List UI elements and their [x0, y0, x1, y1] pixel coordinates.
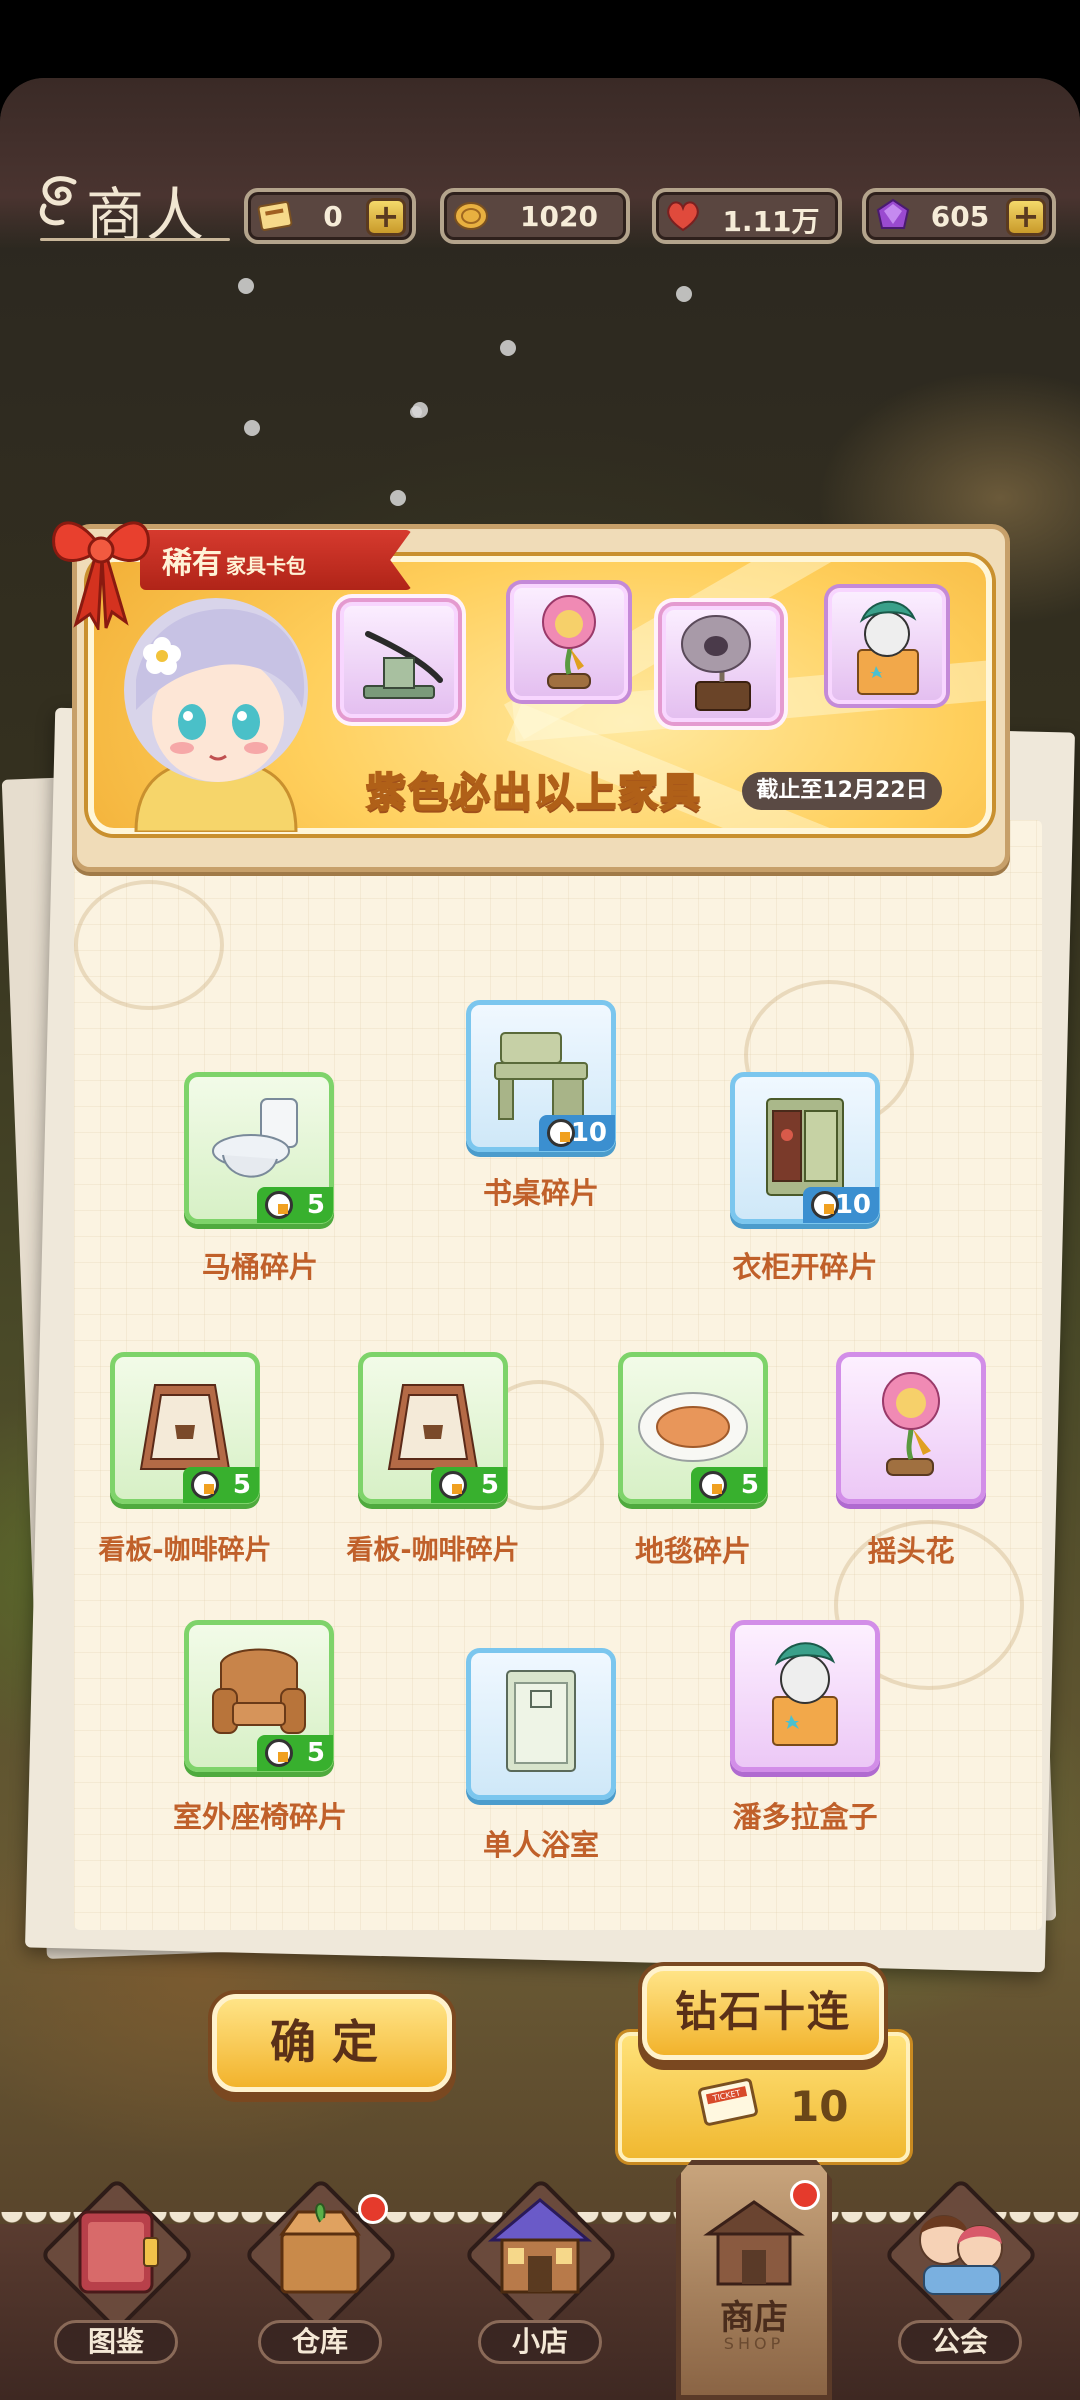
nav-label: 公会	[898, 2320, 1022, 2364]
notification-dot	[790, 2180, 820, 2210]
diamond-ten-pull-button[interactable]: 钻石十连	[642, 1966, 884, 2060]
nav-item-warehouse[interactable]: 仓库	[240, 2177, 400, 2400]
heart-icon	[667, 201, 699, 232]
gem-counter[interactable]: 605 +	[862, 188, 1056, 244]
item-label: 马桶碎片	[201, 1250, 318, 1284]
add-ticket-button[interactable]: +	[366, 198, 406, 236]
timer-icon	[439, 1471, 467, 1499]
gem-icon	[876, 198, 910, 229]
swirl-ornament-icon	[39, 176, 77, 226]
item-count: 5	[257, 1735, 333, 1771]
ten-pull-cost: 10	[790, 2082, 849, 2131]
nav-item-collection[interactable]: 图鉴	[36, 2177, 196, 2400]
nav-item-guild[interactable]: 公会	[880, 2177, 1040, 2400]
ticket-icon	[257, 201, 293, 231]
item-count: 5	[257, 1187, 333, 1223]
title-underline	[40, 238, 230, 241]
timer-icon	[547, 1119, 575, 1147]
item-card-swaying-flower[interactable]	[836, 1352, 986, 1504]
item-card-toilet[interactable]: 5	[184, 1072, 334, 1224]
shower-cabin-icon	[506, 1670, 576, 1772]
item-label: 看板-咖啡碎片	[98, 1535, 272, 1566]
item-label: 书桌碎片	[482, 1176, 599, 1210]
pandora-box-icon	[857, 600, 919, 695]
item-label: 潘多拉盒子	[732, 1800, 878, 1834]
item-count: 10	[539, 1115, 615, 1151]
notification-dot	[358, 2194, 388, 2224]
preview-card-katana	[340, 602, 458, 718]
item-card-wardrobe[interactable]: 10	[730, 1072, 880, 1224]
deadline-badge: 截止至12月22日	[742, 772, 942, 810]
timer-icon	[265, 1191, 293, 1219]
nav-sublabel: SHOP	[723, 2334, 785, 2353]
shop-icon	[703, 2200, 805, 2286]
coin-icon	[454, 202, 488, 230]
snowflake	[238, 278, 254, 294]
heart-counter[interactable]: 1.11万	[652, 188, 842, 244]
item-card-pandora-box[interactable]	[730, 1620, 880, 1772]
add-gem-button[interactable]: +	[1006, 198, 1046, 236]
nav-label: 仓库	[258, 2320, 382, 2364]
katana-stand-icon	[363, 631, 443, 699]
item-card-armchair[interactable]: 5	[184, 1620, 334, 1772]
item-label: 看板-咖啡碎片	[346, 1535, 520, 1566]
swaying-flower-icon	[882, 1372, 940, 1476]
banner-slogan: 紫色必出以上家具	[365, 769, 702, 817]
book-icon	[78, 2210, 159, 2294]
gem-value: 605	[930, 200, 990, 233]
rare-tag-small: 家具卡包	[226, 554, 306, 578]
rare-pack-tag: 稀有 家具卡包	[162, 538, 306, 582]
ticket-counter[interactable]: 0 +	[244, 188, 416, 244]
item-card-coffee-sign[interactable]: 5	[358, 1352, 508, 1504]
item-label: 摇头花	[867, 1534, 955, 1568]
heart-value: 1.11万	[722, 205, 820, 238]
item-card-shower-cabin[interactable]	[466, 1648, 616, 1800]
item-count: 5	[691, 1467, 767, 1503]
item-count: 10	[803, 1187, 879, 1223]
confirm-button[interactable]: 确定	[212, 1994, 452, 2092]
timer-icon	[191, 1471, 219, 1499]
coin-counter[interactable]: 1020	[440, 188, 630, 244]
cat-doodle	[74, 880, 224, 1010]
preview-card-gramophone	[662, 606, 780, 722]
nav-item-small-shop[interactable]: 小店	[460, 2177, 620, 2400]
item-count: 5	[183, 1467, 259, 1503]
item-label: 室外座椅碎片	[172, 1800, 347, 1834]
item-label: 地毯碎片	[634, 1534, 751, 1568]
item-label: 衣柜开碎片	[732, 1250, 878, 1284]
timer-icon	[811, 1191, 839, 1219]
red-bow-icon	[52, 521, 150, 630]
timer-icon	[699, 1471, 727, 1499]
pandora-box-icon	[772, 1642, 838, 1746]
rare-tag-big: 稀有	[162, 546, 222, 581]
snowflake	[676, 286, 692, 302]
nav-label: 图鉴	[54, 2320, 178, 2364]
snowflake	[410, 406, 422, 418]
timer-icon	[265, 1739, 293, 1767]
snowflake	[390, 490, 406, 506]
preview-card-flower	[510, 584, 628, 700]
item-count: 5	[431, 1467, 507, 1503]
preview-card-pandora	[828, 588, 946, 704]
snowflake	[500, 340, 516, 356]
nav-label: 商店	[720, 2298, 788, 2338]
item-card-desk[interactable]: 10	[466, 1000, 616, 1152]
snowflake	[244, 420, 260, 436]
nav-label: 小店	[478, 2320, 602, 2364]
item-card-coffee-sign[interactable]: 5	[110, 1352, 260, 1504]
guild-icon	[919, 2215, 1003, 2295]
swaying-flower-icon	[542, 595, 596, 689]
item-label: 单人浴室	[482, 1828, 599, 1862]
item-card-rug[interactable]: 5	[618, 1352, 768, 1504]
small-shop-icon	[487, 2198, 593, 2294]
ticket-value: 0	[323, 200, 343, 233]
gramophone-icon	[681, 615, 751, 711]
coin-value: 1020	[520, 200, 598, 233]
